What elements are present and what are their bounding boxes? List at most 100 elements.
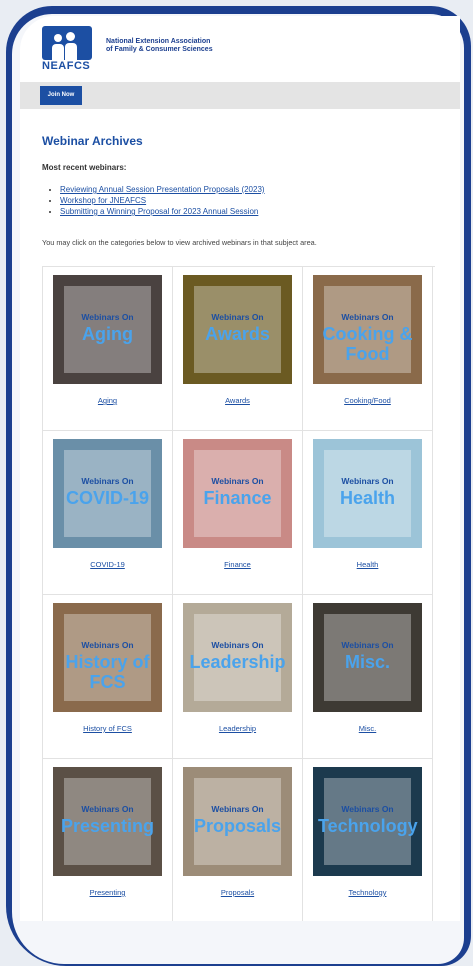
- category-thumbnail[interactable]: Webinars On Awards: [183, 275, 292, 384]
- overlay-topic: Presenting: [60, 816, 155, 836]
- overlay-topic: COVID-19: [65, 488, 150, 508]
- category-row: Webinars On Presenting Presenting Webinars …: [43, 759, 435, 921]
- intro-text: You may click on the categories below to…: [42, 238, 317, 247]
- recent-webinars-list: Reviewing Annual Session Presentation Pr…: [42, 184, 265, 217]
- category-link[interactable]: Proposals: [221, 888, 254, 897]
- overlay-heading: Webinars On: [341, 476, 394, 486]
- category-cell: Webinars On Aging Aging: [43, 267, 173, 431]
- category-caption: Leadership: [173, 724, 302, 733]
- category-row: Webinars On Aging Aging Webinars On Awards Aw…: [43, 267, 435, 431]
- category-link[interactable]: COVID-19: [90, 560, 125, 569]
- overlay-topic: Leadership: [189, 652, 286, 672]
- thumbnail-overlay: Webinars On Misc.: [324, 614, 411, 701]
- overlay-topic: Health: [339, 488, 395, 508]
- thumbnail-overlay: Webinars On History of FCS: [64, 614, 151, 701]
- overlay-heading: Webinars On: [81, 640, 134, 650]
- org-name-line1: National Extension Association: [106, 38, 211, 45]
- category-cell: Webinars On Finance Finance: [173, 431, 303, 595]
- category-thumbnail[interactable]: Webinars On Aging: [53, 275, 162, 384]
- category-cell: Webinars On Cooking & Food Cooking/Food: [303, 267, 433, 431]
- overlay-heading: Webinars On: [211, 476, 264, 486]
- category-link[interactable]: Finance: [224, 560, 251, 569]
- nav-bar: Join Now: [20, 82, 460, 109]
- category-thumbnail[interactable]: Webinars On Health: [313, 439, 422, 548]
- category-caption: Technology: [303, 888, 432, 897]
- category-thumbnail[interactable]: Webinars On Leadership: [183, 603, 292, 712]
- recent-webinar-link[interactable]: Reviewing Annual Session Presentation Pr…: [60, 185, 265, 194]
- category-thumbnail[interactable]: Webinars On History of FCS: [53, 603, 162, 712]
- thumbnail-overlay: Webinars On Proposals: [194, 778, 281, 865]
- recent-webinar-link[interactable]: Submitting a Winning Proposal for 2023 A…: [60, 207, 258, 216]
- category-row: Webinars On History of FCS History of FCS W…: [43, 595, 435, 759]
- overlay-heading: Webinars On: [81, 476, 134, 486]
- category-cell: Webinars On Technology Technology: [303, 759, 433, 921]
- overlay-topic: Awards: [205, 324, 270, 344]
- category-cell: Webinars On COVID-19 COVID-19: [43, 431, 173, 595]
- category-link[interactable]: Misc.: [359, 724, 377, 733]
- overlay-heading: Webinars On: [341, 804, 394, 814]
- webpage: NEAFCS National Extension Association of…: [20, 16, 460, 921]
- join-now-button[interactable]: Join Now: [40, 86, 82, 105]
- category-link[interactable]: History of FCS: [83, 724, 132, 733]
- org-name: National Extension Association of Family…: [106, 38, 256, 54]
- recent-webinars-label: Most recent webinars:: [42, 163, 127, 172]
- category-cell: Webinars On Presenting Presenting: [43, 759, 173, 921]
- category-thumbnail[interactable]: Webinars On Presenting: [53, 767, 162, 876]
- overlay-topic: Technology: [318, 816, 418, 836]
- org-name-line2: of Family & Consumer Sciences: [106, 46, 213, 53]
- thumbnail-overlay: Webinars On Cooking & Food: [323, 286, 413, 373]
- overlay-topic: History of FCS: [65, 652, 150, 692]
- list-item: Reviewing Annual Session Presentation Pr…: [60, 184, 265, 195]
- thumbnail-overlay: Webinars On Technology: [318, 778, 418, 865]
- recent-webinar-link[interactable]: Workshop for JNEAFCS: [60, 196, 146, 205]
- thumbnail-overlay: Webinars On Aging: [64, 286, 151, 373]
- category-caption: COVID-19: [43, 560, 172, 569]
- list-item: Workshop for JNEAFCS: [60, 195, 265, 206]
- category-cell: Webinars On History of FCS History of FCS: [43, 595, 173, 759]
- category-link[interactable]: Leadership: [219, 724, 256, 733]
- category-thumbnail[interactable]: Webinars On Cooking & Food: [313, 275, 422, 384]
- overlay-heading: Webinars On: [81, 804, 134, 814]
- category-grid: Webinars On Aging Aging Webinars On Awards Aw…: [42, 266, 435, 921]
- category-thumbnail[interactable]: Webinars On Technology: [313, 767, 422, 876]
- category-caption: Health: [303, 560, 432, 569]
- overlay-heading: Webinars On: [211, 312, 264, 322]
- overlay-heading: Webinars On: [211, 640, 264, 650]
- category-cell: Webinars On Awards Awards: [173, 267, 303, 431]
- thumbnail-overlay: Webinars On Awards: [194, 286, 281, 373]
- category-thumbnail[interactable]: Webinars On Finance: [183, 439, 292, 548]
- category-cell: Webinars On Misc. Misc.: [303, 595, 433, 759]
- category-link[interactable]: Health: [357, 560, 379, 569]
- thumbnail-overlay: Webinars On COVID-19: [64, 450, 151, 537]
- overlay-heading: Webinars On: [211, 804, 264, 814]
- category-thumbnail[interactable]: Webinars On COVID-19: [53, 439, 162, 548]
- category-caption: Cooking/Food: [303, 396, 432, 405]
- category-caption: Proposals: [173, 888, 302, 897]
- neafcs-logo[interactable]: NEAFCS: [42, 26, 94, 76]
- category-caption: Awards: [173, 396, 302, 405]
- category-caption: Finance: [173, 560, 302, 569]
- overlay-topic: Misc.: [344, 652, 391, 672]
- category-link[interactable]: Awards: [225, 396, 250, 405]
- page-title: Webinar Archives: [42, 134, 143, 148]
- category-caption: Aging: [43, 396, 172, 405]
- category-link[interactable]: Aging: [98, 396, 117, 405]
- category-cell: Webinars On Leadership Leadership: [173, 595, 303, 759]
- overlay-topic: Finance: [203, 488, 272, 508]
- site-header: NEAFCS National Extension Association of…: [20, 16, 460, 82]
- category-link[interactable]: Presenting: [90, 888, 126, 897]
- category-caption: History of FCS: [43, 724, 172, 733]
- logo-icon: [42, 26, 92, 60]
- overlay-topic: Cooking & Food: [322, 324, 413, 364]
- category-link[interactable]: Technology: [349, 888, 387, 897]
- thumbnail-overlay: Webinars On Finance: [194, 450, 281, 537]
- category-link[interactable]: Cooking/Food: [344, 396, 391, 405]
- category-thumbnail[interactable]: Webinars On Misc.: [313, 603, 422, 712]
- category-thumbnail[interactable]: Webinars On Proposals: [183, 767, 292, 876]
- overlay-topic: Proposals: [193, 816, 282, 836]
- thumbnail-overlay: Webinars On Health: [324, 450, 411, 537]
- overlay-heading: Webinars On: [81, 312, 134, 322]
- overlay-heading: Webinars On: [341, 312, 394, 322]
- thumbnail-overlay: Webinars On Presenting: [61, 778, 154, 865]
- logo-text: NEAFCS: [42, 60, 91, 72]
